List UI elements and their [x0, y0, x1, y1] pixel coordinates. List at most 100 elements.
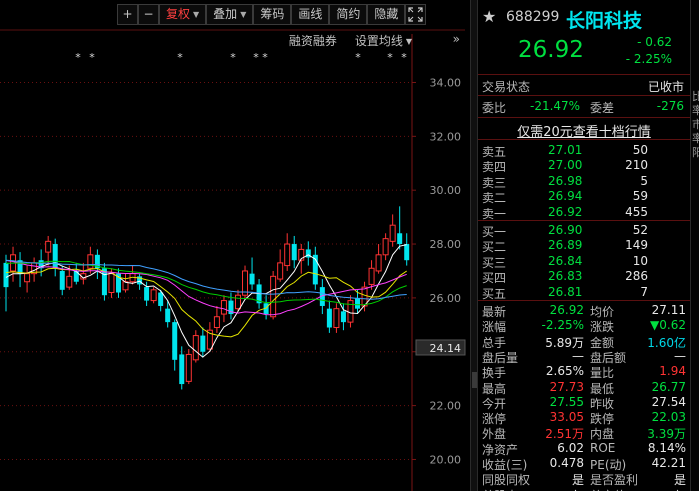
stat-row: 最新 26.92 均价 27.11 — [478, 303, 690, 319]
stat-value: 0.478 — [549, 456, 584, 470]
bid-level-row[interactable]: 买四 26.83 286 — [478, 269, 690, 285]
price-change: - 0.62 — [637, 35, 672, 49]
ask-level-row[interactable]: 卖三 26.98 5 — [478, 173, 690, 190]
collapse-icon[interactable]: » — [453, 32, 460, 46]
candle-body — [150, 289, 157, 302]
margin-trading-link[interactable]: 融资融券 — [289, 32, 337, 49]
candle-body — [200, 335, 206, 352]
candle-body — [284, 243, 291, 267]
stat-value: 2.65% — [545, 364, 584, 379]
hide-button[interactable]: 隐藏 — [367, 4, 406, 25]
bid-level-price: 26.83 — [548, 269, 583, 284]
stat-value: 22.03 — [651, 410, 686, 425]
event-marker: * — [387, 51, 393, 64]
price-tick-label: 22.00 — [430, 400, 462, 413]
caret-down-icon: ▼ — [193, 10, 200, 19]
ask-level-row[interactable]: 卖二 26.94 59 — [478, 189, 690, 205]
price-tick-label: 26.00 — [430, 292, 462, 305]
chart-subbar: 融资融券 设置均线 ▼ » — [289, 32, 460, 49]
candle-body — [213, 316, 220, 329]
stat-label: ROE — [590, 440, 616, 455]
event-marker: * — [89, 51, 95, 64]
divider — [478, 117, 690, 118]
ask-level-row[interactable]: 卖四 27.00 210 — [478, 158, 690, 174]
price-change-pct: - 2.25% — [625, 52, 672, 66]
divider — [478, 139, 690, 140]
candle-body — [397, 233, 403, 245]
ask-level-price: 27.00 — [548, 158, 583, 173]
candle-body — [368, 267, 375, 285]
candle-body — [52, 244, 58, 269]
adjust-dropdown[interactable]: 复权 ▼ — [159, 4, 207, 25]
price-tick-label: 30.00 — [430, 184, 462, 197]
stat-value: -2.25% — [541, 318, 584, 333]
overlay-label: 叠加 — [213, 7, 238, 21]
stat-value: 8.14% — [647, 440, 686, 455]
stat-value: 33.05 — [549, 410, 584, 425]
zoom-out-button[interactable]: − — [138, 4, 159, 25]
candle-body — [59, 270, 65, 290]
event-marker: * — [75, 51, 81, 64]
price-tick-label: 34.00 — [430, 76, 462, 89]
candle-body — [291, 244, 297, 261]
candle-body — [249, 273, 255, 285]
candle-body — [192, 335, 199, 361]
bid-level-row[interactable]: 买三 26.84 10 — [478, 253, 690, 270]
ask-level-row[interactable]: 卖五 27.01 50 — [478, 143, 690, 159]
candle-body — [389, 224, 396, 242]
ask-level-volume: 5 — [640, 173, 648, 188]
ask-level-row[interactable]: 卖一 26.92 455 — [478, 204, 690, 221]
side-panel-label: 比率市率阳 — [692, 90, 699, 160]
trade-status-value: 已收市 — [647, 80, 684, 94]
stat-value: 27.73 — [549, 379, 584, 394]
bid-level-price: 26.84 — [548, 253, 583, 268]
ask-level-price: 26.98 — [548, 173, 583, 188]
adjust-label: 复权 — [166, 7, 191, 21]
kline-chart[interactable]: 34.0032.0030.0028.0026.0024.0022.0020.00… — [0, 0, 470, 491]
stat-row: 同股同权是是否盈利是 — [478, 471, 690, 487]
zoom-in-button[interactable]: + — [117, 4, 138, 25]
splitter-grip[interactable] — [472, 372, 477, 388]
stat-row: 收益(三) 0.478 PE(动) 42.21 — [478, 456, 690, 472]
stat-row: 净资产 6.02 ROE 8.14% — [478, 440, 690, 457]
divider — [478, 95, 690, 96]
stock-code: 688299 — [506, 9, 560, 25]
stat-value: 26.92 — [549, 303, 584, 317]
candle-body — [404, 244, 410, 261]
bid-level-row[interactable]: 买一 26.90 52 — [478, 223, 690, 239]
candle-body — [340, 311, 346, 323]
candle-body — [185, 353, 192, 382]
candle-body — [179, 354, 185, 385]
collapsed-side-panel[interactable]: 比率市率阳 — [690, 0, 699, 491]
ask-level-price: 27.01 — [548, 143, 583, 157]
stat-label: 总股本 — [482, 487, 518, 491]
bid-level-row[interactable]: 买二 26.89 149 — [478, 238, 690, 254]
level2-upgrade-link[interactable]: 仅需20元查看十档行情 — [478, 121, 690, 140]
draw-line-button[interactable]: 画线 — [291, 4, 330, 25]
event-marker: * — [401, 51, 407, 64]
ma-settings-label: 设置均线 — [354, 34, 403, 48]
order-diff-value: -276 — [656, 99, 684, 113]
ask-level-volume: 455 — [625, 204, 648, 219]
brief-button[interactable]: 简约 — [329, 4, 368, 25]
chips-button[interactable]: 筹码 — [253, 4, 292, 25]
kline-chart-area[interactable]: 34.0032.0030.0028.0026.0024.0022.0020.00… — [0, 0, 470, 491]
favorite-star-icon[interactable]: ★ — [482, 7, 496, 26]
price-tick-label: 28.00 — [430, 238, 462, 251]
ma-settings-dropdown[interactable]: 设置均线 ▼ — [355, 32, 412, 49]
event-marker: * — [262, 51, 268, 64]
stat-value: 27.11 — [651, 303, 686, 317]
overlay-dropdown[interactable]: 叠加 ▼ — [206, 4, 254, 25]
bid-level-volume: 52 — [632, 223, 648, 237]
quote-panel: ★ 688299 长阳科技 26.92 - 0.62 - 2.25% 交易状态 … — [478, 0, 690, 491]
price-tick-label: 32.00 — [430, 130, 462, 143]
panel-splitter[interactable] — [470, 0, 478, 491]
fullscreen-icon[interactable] — [405, 4, 427, 25]
order-diff-label: 委差 — [590, 101, 615, 115]
divider — [478, 300, 690, 301]
candle-body — [108, 273, 115, 294]
bid-level-row[interactable]: 买五 26.81 7 — [478, 285, 690, 301]
candle-body — [158, 292, 164, 306]
divider — [478, 220, 690, 221]
stat-value: — — [674, 348, 686, 363]
